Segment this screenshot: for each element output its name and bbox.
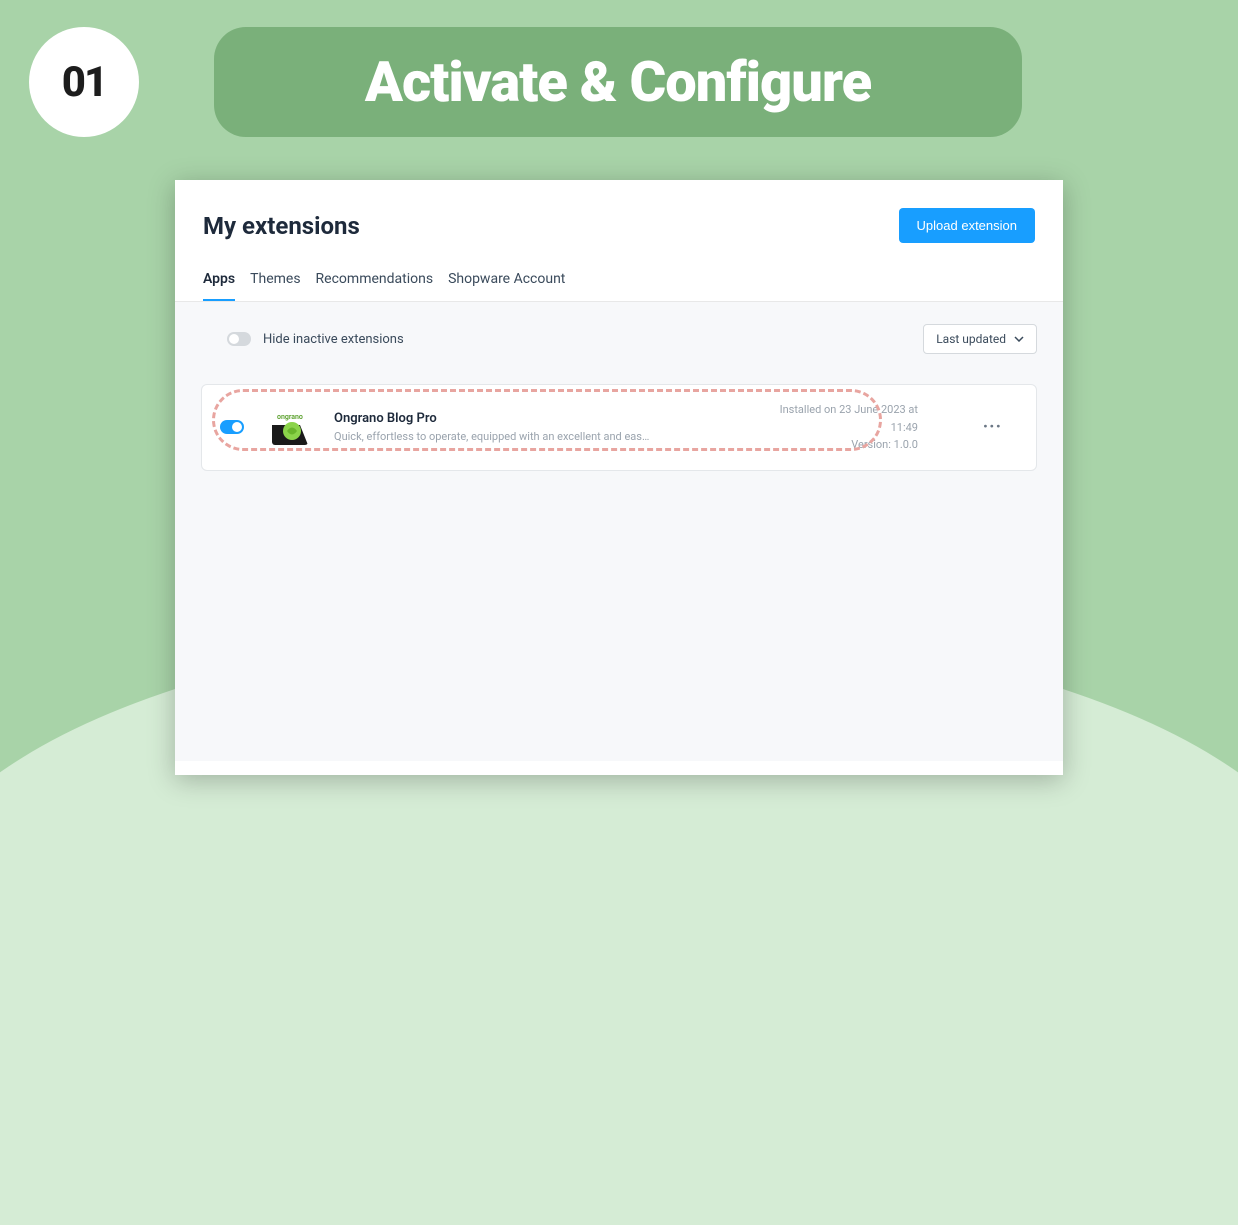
extension-activate-toggle[interactable] <box>220 420 244 434</box>
page-title: My extensions <box>203 212 360 240</box>
step-title-banner: Activate & Configure <box>214 27 1022 137</box>
content-area: Hide inactive extensions Last updated on… <box>175 302 1063 761</box>
extension-description: Quick, effortless to operate, equipped w… <box>334 430 654 443</box>
extension-meta: Installed on 23 June 2023 at 11:49 Versi… <box>738 401 918 454</box>
tab-shopware-account[interactable]: Shopware Account <box>448 271 565 301</box>
extensions-window: My extensions Upload extension Apps Them… <box>175 180 1063 775</box>
extension-menu-icon[interactable]: ··· <box>983 417 1002 438</box>
step-number-badge: 01 <box>29 27 139 137</box>
extension-icon: ongrano <box>272 409 308 445</box>
extension-name: Ongrano Blog Pro <box>334 411 738 426</box>
hide-inactive-label: Hide inactive extensions <box>263 332 404 347</box>
hide-inactive-toggle[interactable] <box>227 332 251 346</box>
sort-label: Last updated <box>936 332 1006 346</box>
chevron-down-icon <box>1014 336 1024 342</box>
extension-card: ongrano Ongrano Blog Pro Quick, effortle… <box>201 384 1037 471</box>
tab-apps[interactable]: Apps <box>203 271 235 301</box>
extension-installed-time: 11:49 <box>738 419 918 437</box>
sort-dropdown[interactable]: Last updated <box>923 324 1037 354</box>
tab-recommendations[interactable]: Recommendations <box>316 271 434 301</box>
upload-extension-button[interactable]: Upload extension <box>899 208 1035 243</box>
tab-themes[interactable]: Themes <box>250 271 300 301</box>
svg-text:ongrano: ongrano <box>277 413 303 421</box>
hide-inactive-container: Hide inactive extensions <box>227 332 404 347</box>
extension-installed-date: Installed on 23 June 2023 at <box>738 401 918 419</box>
extension-version: Version: 1.0.0 <box>738 436 918 454</box>
tabs-bar: Apps Themes Recommendations Shopware Acc… <box>175 243 1063 302</box>
